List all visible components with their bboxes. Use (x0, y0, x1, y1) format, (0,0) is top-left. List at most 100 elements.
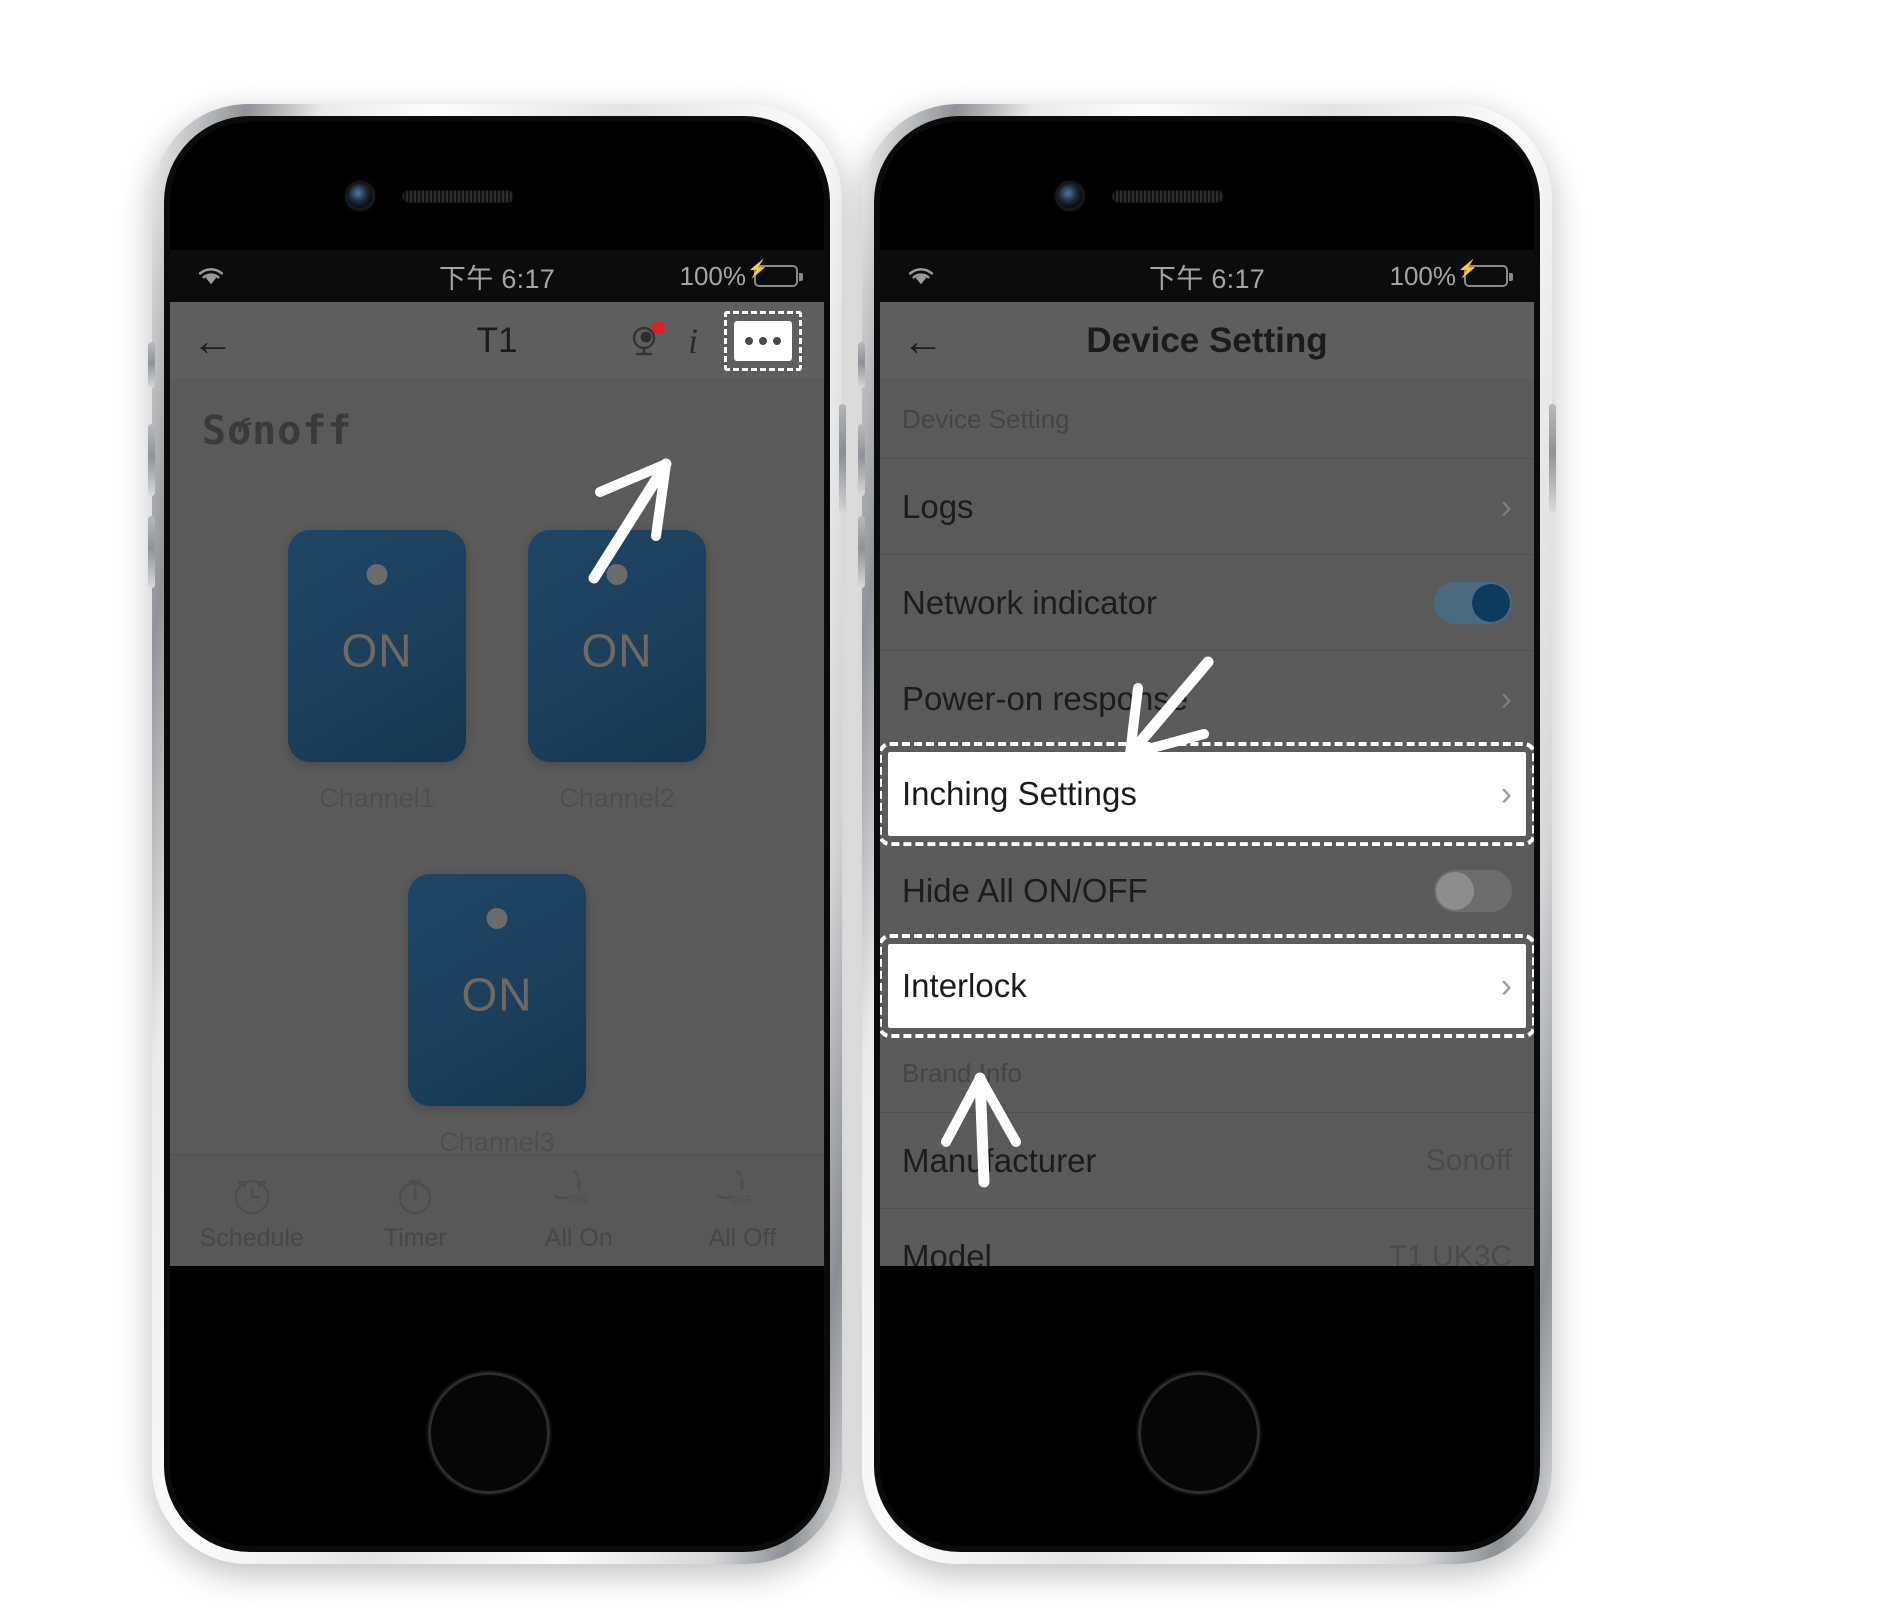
alarm-clock-icon (170, 1168, 334, 1222)
status-bar-right-group: 100% ⚡ (1389, 260, 1513, 292)
setting-row-hide-all-onoff[interactable]: Hide All ON/OFF (880, 842, 1534, 938)
navbar-left: ← T1 i (170, 302, 824, 380)
battery-percent-label: 100% (679, 260, 747, 291)
phone-device-left: 下午 6:17 100% ⚡ ← T1 i Sonoff ON Channel1… (148, 104, 846, 1564)
chevron-right-icon: › (1500, 679, 1512, 718)
setting-row-network-indicator[interactable]: Network indicator (880, 554, 1534, 650)
volume-up-button[interactable] (148, 424, 155, 496)
phone-bezel-left: 下午 6:17 100% ⚡ ← T1 i Sonoff ON Channel1… (164, 116, 830, 1552)
status-bar-left: 下午 6:17 100% ⚡ (170, 250, 824, 302)
wifi-waves-icon (236, 399, 262, 445)
setting-label-inching-settings: Inching Settings (902, 775, 1137, 812)
phone-device-right: 下午 6:17 100% ⚡ ← Device Setting Device S… (858, 104, 1556, 1564)
toolbar-label-all-on: All On (544, 1224, 613, 1252)
channel-indicator-dot (606, 564, 628, 585)
front-camera-icon (1058, 184, 1082, 208)
channel-3-toggle-button[interactable]: ON (408, 874, 586, 1106)
toolbar-item-all-on[interactable]: ON All On (497, 1168, 661, 1253)
svg-text:ON: ON (571, 1194, 588, 1206)
info-icon[interactable]: i (682, 320, 704, 362)
toolbar-item-schedule[interactable]: Schedule (170, 1168, 334, 1253)
volume-down-button[interactable] (858, 516, 865, 588)
channel-grid: ON Channel1 ON Channel2 ON Channel3 (170, 530, 824, 1158)
navbar-right: ← Device Setting (880, 302, 1534, 380)
setting-row-inching-settings[interactable]: Inching Settings › (880, 742, 1534, 846)
toolbar-label-timer: Timer (383, 1224, 447, 1252)
volume-up-button[interactable] (858, 424, 865, 496)
setting-label-logs: Logs (902, 487, 974, 525)
channel-2-toggle-button[interactable]: ON (528, 530, 706, 762)
channel-1-toggle-button[interactable]: ON (288, 530, 466, 762)
power-off-icon: OFF (661, 1168, 825, 1222)
channel-2-state: ON (581, 624, 653, 677)
channel-1-state: ON (341, 624, 413, 677)
toolbar-item-timer[interactable]: Timer (334, 1168, 498, 1253)
volume-down-button[interactable] (148, 516, 155, 588)
toggle-hide-all-onoff[interactable] (1434, 869, 1512, 912)
back-arrow-icon[interactable]: ← (902, 319, 956, 362)
status-bar-right: 100% ⚡ (679, 260, 803, 292)
device-control-panel: Sonoff ON Channel1 ON Channel2 ON Channe… (170, 380, 824, 1266)
earpiece-speaker (1112, 190, 1224, 203)
toolbar-label-all-off: All Off (708, 1224, 777, 1252)
toolbar-label-schedule: Schedule (199, 1224, 304, 1252)
channel-row-2: ON Channel3 (170, 874, 824, 1158)
bottom-toolbar: Schedule Timer ON All On OFF All Off (170, 1154, 824, 1266)
device-setting-list: Device Setting Logs › Network indicator … (880, 380, 1534, 1266)
more-options-highlight-box (724, 310, 802, 371)
channel-indicator-dot (486, 908, 508, 929)
setting-value-manufacturer: Sonoff (1425, 1143, 1512, 1177)
screen-right: 下午 6:17 100% ⚡ ← Device Setting Device S… (880, 250, 1534, 1266)
channel-3-state: ON (461, 968, 533, 1021)
battery-percent-label: 100% (1389, 260, 1457, 291)
front-camera-icon (348, 184, 372, 208)
power-button[interactable] (839, 404, 846, 512)
setting-row-manufacturer: Manufacturer Sonoff (880, 1112, 1534, 1208)
channel-1-label: Channel1 (319, 783, 435, 813)
setting-value-model: T1 UK3C (1388, 1239, 1512, 1267)
toolbar-item-all-off[interactable]: OFF All Off (661, 1168, 825, 1253)
page-title: Device Setting (1086, 320, 1328, 360)
setting-label-interlock: Interlock (902, 967, 1027, 1004)
more-options-icon[interactable] (734, 320, 792, 361)
phone-glass-left: 下午 6:17 100% ⚡ ← T1 i Sonoff ON Channel1… (170, 122, 824, 1546)
navbar-actions: i (628, 310, 802, 371)
battery-charging-icon: ⚡ (1457, 261, 1513, 287)
setting-label-power-on-response: Power-on response (902, 679, 1189, 717)
setting-label-hide-all-onoff: Hide All ON/OFF (902, 871, 1148, 909)
chevron-right-icon: › (1500, 487, 1512, 526)
silent-switch[interactable] (148, 342, 155, 388)
channel-item: ON Channel3 (408, 874, 586, 1158)
channel-2-label: Channel2 (559, 783, 675, 813)
channel-indicator-dot (366, 564, 388, 585)
home-button[interactable] (1138, 1372, 1260, 1494)
silent-switch[interactable] (858, 342, 865, 388)
power-button[interactable] (1549, 404, 1556, 512)
svg-text:OFF: OFF (732, 1195, 752, 1206)
home-button[interactable] (428, 1372, 550, 1494)
setting-row-logs[interactable]: Logs › (880, 458, 1534, 554)
toggle-network-indicator[interactable] (1434, 581, 1512, 624)
setting-label-network-indicator: Network indicator (902, 583, 1157, 621)
channel-row-1: ON Channel1 ON Channel2 (170, 530, 824, 814)
phone-bezel-right: 下午 6:17 100% ⚡ ← Device Setting Device S… (874, 116, 1540, 1552)
screen-left: 下午 6:17 100% ⚡ ← T1 i Sonoff ON Channel1… (170, 250, 824, 1266)
channel-item: ON Channel1 (288, 530, 466, 814)
setting-row-model: Model T1 UK3C (880, 1208, 1534, 1266)
back-arrow-icon[interactable]: ← (192, 319, 246, 362)
channel-item: ON Channel2 (528, 530, 706, 814)
setting-label-model: Model (902, 1237, 992, 1267)
earpiece-speaker (402, 190, 514, 203)
section-header-device-setting: Device Setting (902, 403, 1070, 434)
stopwatch-icon (334, 1168, 498, 1222)
setting-row-power-on-response[interactable]: Power-on response › (880, 650, 1534, 746)
status-bar-right: 下午 6:17 100% ⚡ (880, 250, 1534, 302)
setting-label-manufacturer: Manufacturer (902, 1141, 1097, 1179)
chevron-right-icon: › (1500, 967, 1512, 1005)
sonoff-logo: Sonoff (202, 408, 353, 454)
screenshot-canvas: 下午 6:17 100% ⚡ ← T1 i Sonoff ON Channel1… (0, 0, 1895, 1621)
setting-row-interlock[interactable]: Interlock › (880, 934, 1534, 1038)
chevron-right-icon: › (1500, 775, 1512, 813)
phone-glass-right: 下午 6:17 100% ⚡ ← Device Setting Device S… (880, 122, 1534, 1546)
camera-icon[interactable] (628, 320, 665, 358)
